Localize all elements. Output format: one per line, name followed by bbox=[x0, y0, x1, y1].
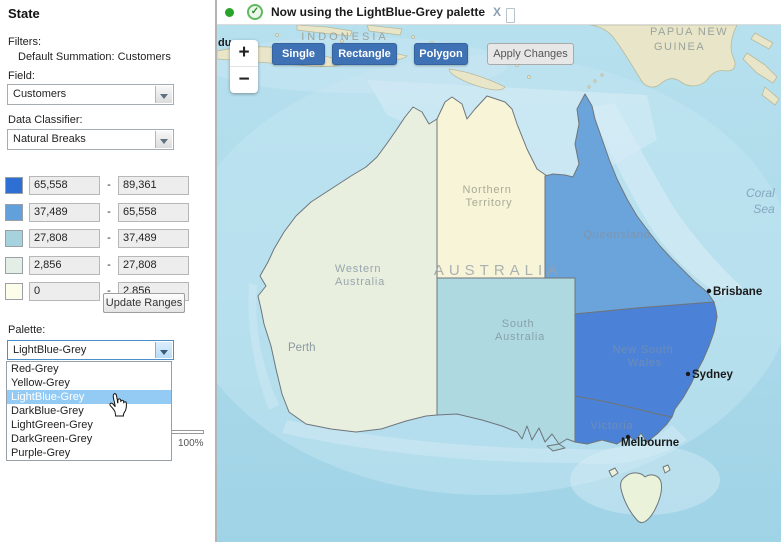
classifier-select-value: Natural Breaks bbox=[13, 130, 153, 149]
update-ranges-button[interactable]: Update Ranges bbox=[103, 293, 185, 313]
range-color-swatch bbox=[5, 177, 23, 194]
filters-value: Default Summation: Customers bbox=[18, 51, 171, 63]
zoom-in-button[interactable]: + bbox=[230, 40, 258, 66]
range-separator: - bbox=[103, 256, 115, 275]
chevron-down-icon[interactable] bbox=[155, 86, 172, 103]
range-min-input[interactable]: 2,856 bbox=[29, 256, 100, 275]
single-select-button[interactable]: Single bbox=[272, 43, 325, 65]
range-color-swatch bbox=[5, 257, 23, 274]
range-color-swatch bbox=[5, 230, 23, 247]
page-title: State bbox=[8, 6, 40, 21]
city-label-brisbane: Brisbane bbox=[713, 286, 762, 298]
svg-text:Victoria: Victoria bbox=[591, 420, 634, 432]
rectangle-select-button[interactable]: Rectangle bbox=[332, 43, 397, 65]
app-window: State Filters: Default Summation: Custom… bbox=[0, 0, 781, 542]
palette-select-value: LightBlue-Grey bbox=[13, 341, 153, 360]
palette-option[interactable]: DarkBlue-Grey bbox=[7, 404, 171, 418]
range-min-input[interactable]: 0 bbox=[29, 282, 100, 301]
range-max-input[interactable]: 37,489 bbox=[118, 229, 189, 248]
range-row: 37,489 - 65,558 bbox=[0, 203, 215, 223]
field-select-value: Customers bbox=[13, 85, 153, 104]
svg-text:AUSTRALIA: AUSTRALIA bbox=[434, 262, 562, 279]
palette-option-selected[interactable]: LightBlue-Grey bbox=[7, 390, 171, 404]
range-max-input[interactable]: 65,558 bbox=[118, 203, 189, 222]
brisbane-dot bbox=[707, 289, 711, 293]
success-check-icon: ✓ bbox=[247, 4, 263, 20]
layer-config-panel: State Filters: Default Summation: Custom… bbox=[0, 0, 215, 542]
field-label: Field: bbox=[8, 70, 35, 82]
notification-message: Now using the LightBlue-Grey palette bbox=[271, 5, 485, 19]
range-row: 27,808 - 37,489 bbox=[0, 229, 215, 249]
range-row: 65,558 - 89,361 bbox=[0, 176, 215, 196]
palette-option[interactable]: Purple-Grey bbox=[7, 446, 171, 460]
status-dot-icon bbox=[225, 8, 234, 17]
range-max-input[interactable]: 89,361 bbox=[118, 176, 189, 195]
range-row: 2,856 - 27,808 bbox=[0, 256, 215, 276]
filters-label: Filters: bbox=[8, 36, 41, 48]
sydney-dot bbox=[686, 372, 690, 376]
svg-text:Northern Territory: Northern Territory bbox=[462, 184, 515, 209]
palette-option[interactable]: Yellow-Grey bbox=[7, 376, 171, 390]
palette-option[interactable]: Red-Grey bbox=[7, 362, 171, 376]
range-min-input[interactable]: 37,489 bbox=[29, 203, 100, 222]
city-label-melbourne: Melbourne bbox=[621, 437, 679, 449]
palette-option[interactable]: LightGreen-Grey bbox=[7, 418, 171, 432]
zoom-control: + − bbox=[230, 40, 258, 93]
range-min-input[interactable]: 27,808 bbox=[29, 229, 100, 248]
city-label-sydney: Sydney bbox=[692, 369, 734, 381]
range-color-swatch bbox=[5, 204, 23, 221]
palette-select[interactable]: LightBlue-Grey bbox=[7, 340, 174, 360]
close-icon[interactable]: X bbox=[493, 5, 501, 19]
apply-changes-button[interactable]: Apply Changes bbox=[487, 43, 574, 65]
classifier-label: Data Classifier: bbox=[8, 114, 83, 126]
text-caret-icon bbox=[506, 8, 515, 23]
range-separator: - bbox=[103, 229, 115, 248]
svg-text:South Australia: South Australia bbox=[495, 318, 545, 343]
range-min-input[interactable]: 65,558 bbox=[29, 176, 100, 195]
chevron-down-icon[interactable] bbox=[155, 131, 172, 148]
svg-text:Queensland: Queensland bbox=[583, 229, 650, 241]
field-select[interactable]: Customers bbox=[7, 84, 174, 105]
palette-dropdown-list: Red-Grey Yellow-Grey LightBlue-Grey Dark… bbox=[6, 361, 172, 461]
palette-option[interactable]: DarkGreen-Grey bbox=[7, 432, 171, 446]
map-viewport[interactable]: INDONESIA PAPUA NEW GUINEA Coral Sea AUS… bbox=[217, 25, 781, 542]
palette-label: Palette: bbox=[8, 324, 45, 336]
classifier-select[interactable]: Natural Breaks bbox=[7, 129, 174, 150]
polygon-select-button[interactable]: Polygon bbox=[414, 43, 468, 65]
range-separator: - bbox=[103, 203, 115, 222]
opacity-value: 100% bbox=[178, 438, 204, 449]
range-separator: - bbox=[103, 176, 115, 195]
svg-text:INDONESIA: INDONESIA bbox=[301, 31, 389, 43]
city-label-perth: Perth bbox=[288, 342, 316, 354]
range-max-input[interactable]: 27,808 bbox=[118, 256, 189, 275]
zoom-out-button[interactable]: − bbox=[230, 66, 258, 92]
map-canvas: INDONESIA PAPUA NEW GUINEA Coral Sea AUS… bbox=[217, 25, 781, 542]
range-color-swatch bbox=[5, 283, 23, 300]
svg-text:Western Australia: Western Australia bbox=[335, 263, 385, 288]
hand-cursor-icon bbox=[106, 391, 134, 421]
chevron-down-icon[interactable] bbox=[155, 342, 172, 358]
notification-bar: ✓ Now using the LightBlue-Grey palette X bbox=[217, 0, 781, 25]
